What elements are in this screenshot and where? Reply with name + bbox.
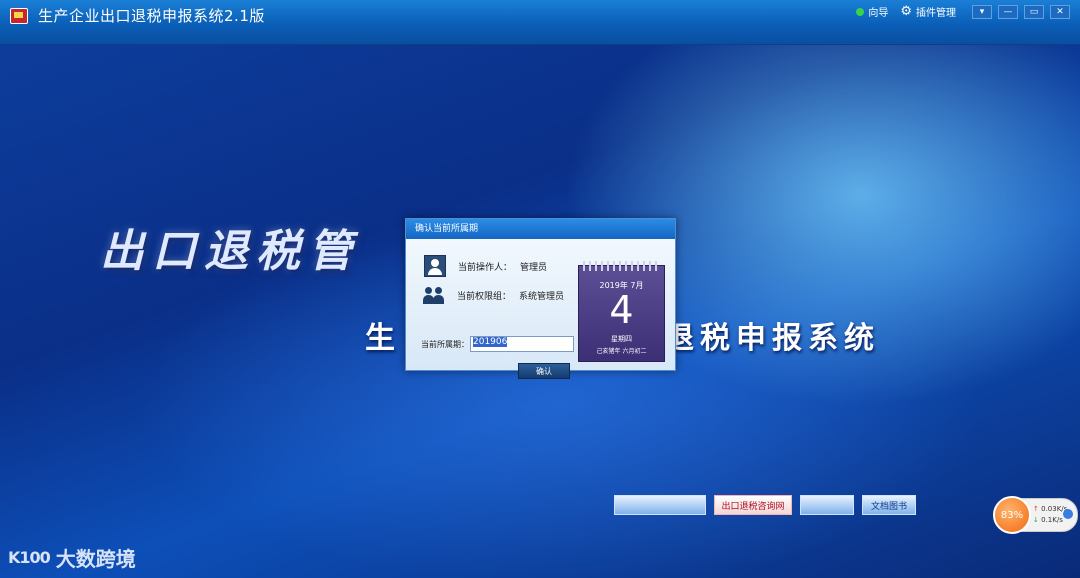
period-value: 201906 — [473, 337, 508, 347]
watermark-text: 大数跨境 — [55, 547, 136, 571]
calendar-day: 4 — [609, 288, 634, 332]
upload-speed: ↑ 0.03K/s — [1033, 505, 1068, 513]
user-group-icon — [423, 285, 445, 305]
confirm-button[interactable]: 确认 — [518, 363, 570, 379]
close-button[interactable]: ✕ — [1050, 4, 1070, 19]
calendar-rings — [583, 261, 661, 271]
app-icon — [10, 8, 28, 24]
calendar-lunar: 己亥猪年 六月初二 — [596, 348, 647, 355]
operator-label: 当前操作人： — [458, 262, 513, 273]
splash-subtitle-right: 退税申报系统 — [664, 321, 880, 356]
confirm-period-dialog: 确认当前所属期 当前操作人： 管理员 当前权限组： 系统管理员 当前所属期： 2… — [405, 218, 676, 379]
speed-percent: 83% — [993, 496, 1031, 534]
shortcut-3[interactable] — [800, 495, 854, 515]
guide-icon — [856, 7, 865, 16]
watermark-logo: K100 — [8, 548, 51, 567]
plugin-label: 插件管理 — [916, 8, 956, 19]
menu-dropdown-button[interactable]: ▾ — [972, 4, 992, 19]
splash-subtitle-left: 生 — [365, 321, 401, 356]
download-speed: ↓ 0.1K/s — [1033, 516, 1063, 524]
window-title: 生产企业出口退税申报系统2.1版 — [38, 7, 265, 25]
gear-icon: ⚙ — [900, 3, 912, 19]
shortcut-docs[interactable]: 文档图书 — [862, 495, 916, 515]
guide-label: 向导 — [868, 8, 889, 19]
network-speed-widget[interactable]: 83% ↑ 0.03K/s ↓ 0.1K/s — [993, 496, 1078, 534]
period-input[interactable]: 201906 — [470, 336, 574, 352]
operator-value: 管理员 — [520, 262, 548, 273]
shortcut-export-tax-site[interactable]: 出口退税咨询网 — [714, 495, 792, 515]
watermark: K100 大数跨境 — [8, 543, 136, 572]
splash-big-title: 出口退税管 — [100, 226, 360, 277]
group-label: 当前权限组： — [457, 291, 512, 302]
dialog-body: 当前操作人： 管理员 当前权限组： 系统管理员 当前所属期： 201906 确认… — [406, 239, 675, 379]
plugin-manager-button[interactable]: ⚙ 插件管理 — [900, 3, 956, 20]
user-icon — [424, 255, 446, 277]
title-bar-controls: 向导 ⚙ 插件管理 ▾ — ▭ ✕ — [856, 4, 1070, 19]
group-row: 当前权限组： 系统管理员 — [423, 285, 564, 305]
widget-mini-icon — [1063, 509, 1073, 519]
shortcut-1[interactable] — [614, 495, 706, 515]
group-value: 系统管理员 — [519, 291, 565, 302]
calendar-card: 2019年 7月 4 星期四 己亥猪年 六月初二 — [578, 261, 665, 362]
dialog-title: 确认当前所属期 — [406, 219, 675, 239]
period-label: 当前所属期： — [421, 340, 469, 349]
title-bar: 生产企业出口退税申报系统2.1版 向导 ⚙ 插件管理 ▾ — ▭ ✕ — [0, 0, 1080, 45]
maximize-button[interactable]: ▭ — [1024, 4, 1044, 19]
calendar-weekday: 星期四 — [611, 335, 632, 343]
minimize-button[interactable]: — — [998, 4, 1018, 19]
bottom-shortcuts: 出口退税咨询网 文档图书 — [614, 495, 916, 515]
guide-button[interactable]: 向导 — [856, 4, 888, 19]
operator-row: 当前操作人： 管理员 — [424, 255, 547, 277]
